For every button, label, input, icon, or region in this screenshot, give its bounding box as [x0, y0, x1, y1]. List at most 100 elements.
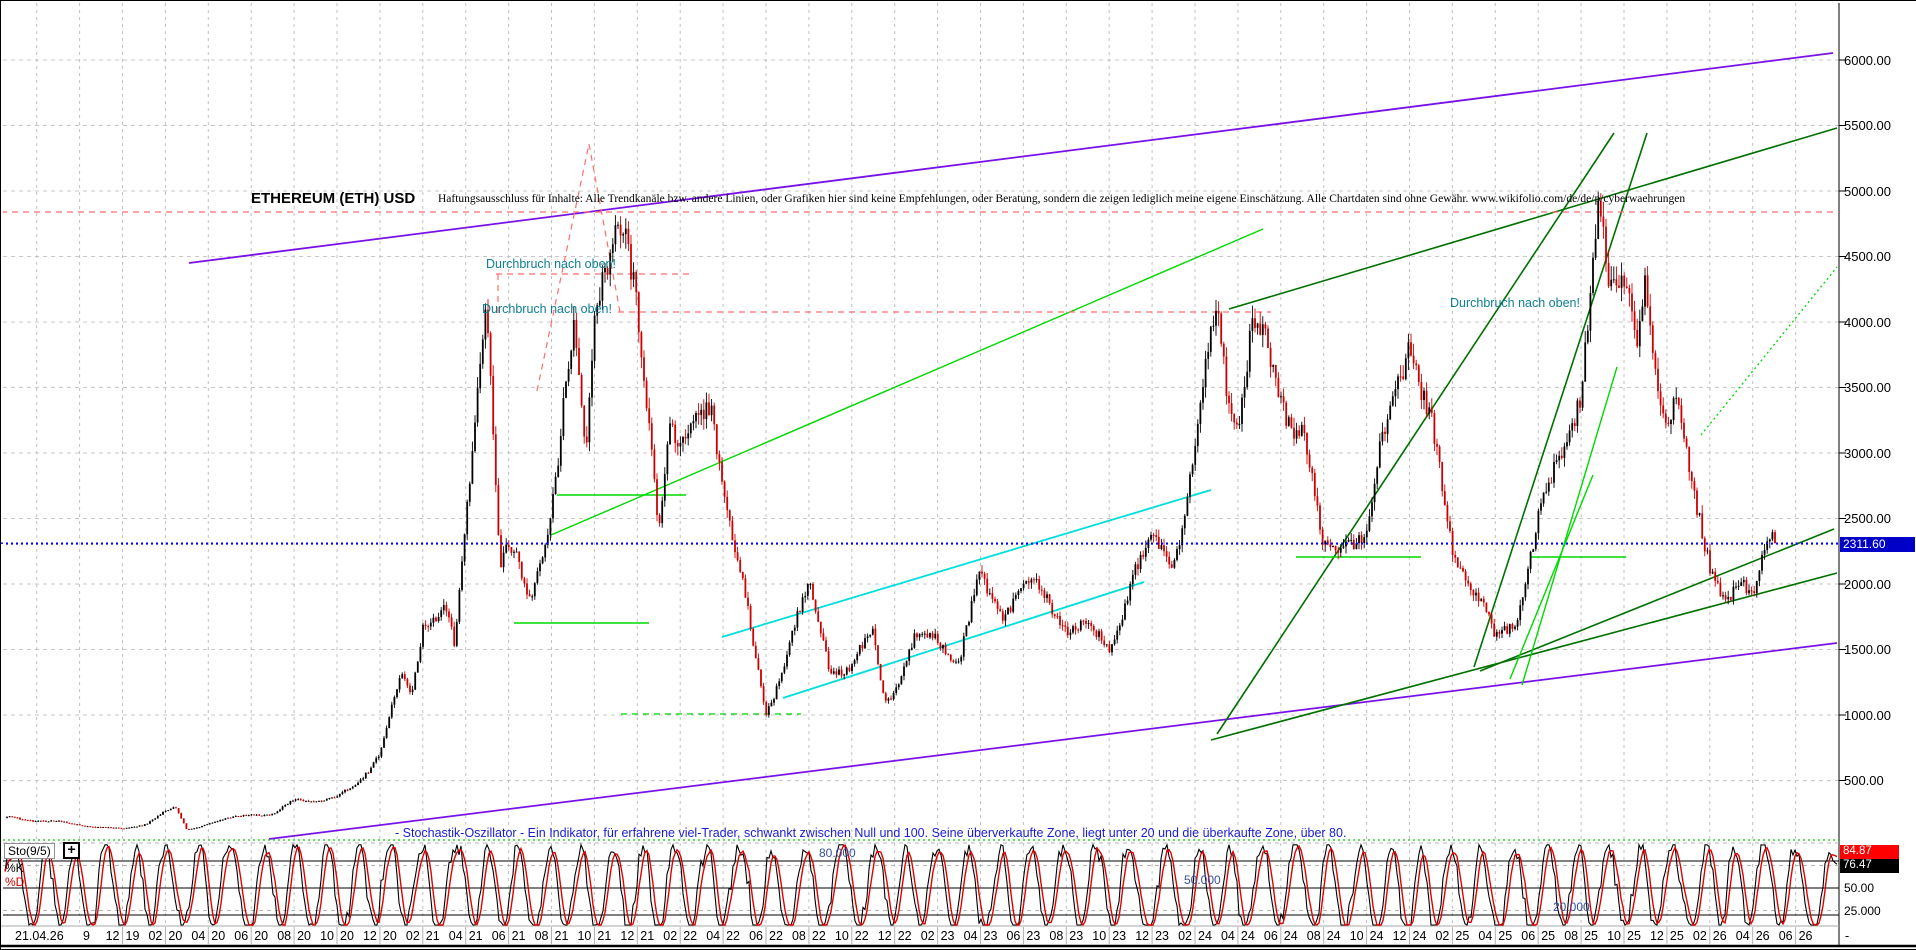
date-axis-label-part: 12: [1650, 929, 1664, 943]
dark_green-trend-line: [1229, 128, 1837, 309]
date-axis-label-part: 24: [1370, 929, 1384, 943]
osc-right-level-label: 25.000: [1844, 904, 1881, 918]
y-axis-label: 1000.00: [1844, 708, 1891, 723]
date-axis-label: 06 26: [1779, 929, 1813, 943]
bright_green-trend-line: [1701, 267, 1837, 435]
y-axis-label: 4000.00: [1844, 315, 1891, 330]
percent-d-label: %D: [5, 875, 24, 889]
date-axis-label-part: 25: [1455, 929, 1469, 943]
breakout-annotation: Durchbruch nach oben!: [482, 302, 612, 316]
date-axis-label: 1225: [1650, 929, 1684, 943]
date-axis-label-part: 10: [835, 929, 849, 943]
date-axis-label: 0224: [1178, 929, 1212, 943]
y-axis-label: 500.00: [1844, 773, 1884, 788]
date-axis-label: 1221: [620, 929, 654, 943]
date-axis-start-label: 21.04.26: [13, 929, 66, 943]
y-axis-label: 6000.00: [1844, 53, 1891, 68]
oscillator-name-badge[interactable]: Sto(9/5): [4, 843, 55, 859]
date-axis-label-part: 24: [1284, 929, 1298, 943]
y-axis-label: 5500.00: [1844, 118, 1891, 133]
date-axis-label-part: 12: [620, 929, 634, 943]
trend-lines: [1, 53, 1839, 840]
date-axis-label: 0220: [148, 929, 182, 943]
date-axis-label: 10 24: [1350, 929, 1384, 943]
date-axis-label-part: 04: [706, 929, 720, 943]
date-axis-label-part: 24: [1241, 929, 1255, 943]
purple-trend-line: [269, 643, 1837, 839]
y-axis-label: 5000.00: [1844, 184, 1891, 199]
date-axis-label-part: 20: [340, 929, 354, 943]
date-axis-label: 0423: [964, 929, 998, 943]
candlesticks: [6, 192, 1776, 830]
date-axis-label-part: 04: [1478, 929, 1492, 943]
date-axis-label: 0420: [191, 929, 225, 943]
date-axis-label-part: 26: [1713, 929, 1727, 943]
date-axis-end-label: -: [1845, 929, 1849, 943]
date-axis-label-part: 08: [792, 929, 806, 943]
date-axis-label-part: 21: [469, 929, 483, 943]
date-axis-label-part: 06: [1264, 929, 1278, 943]
date-axis-label-part: 08: [535, 929, 549, 943]
date-axis-label: 04 21: [449, 929, 483, 943]
chart-window: ETHEREUM (ETH) USD Haftungsausschluss fü…: [0, 0, 1916, 950]
date-axis-label-part: 20: [297, 929, 311, 943]
date-axis-partial-label: 9: [83, 929, 90, 943]
date-axis-label: 0622: [749, 929, 783, 943]
date-axis-label: 0425: [1478, 929, 1512, 943]
date-axis-label: 08 24: [1307, 929, 1341, 943]
price-plot-svg: [1, 1, 1916, 949]
date-axis-label-part: 23: [1026, 929, 1040, 943]
date-axis-label: 02 22: [663, 929, 697, 943]
date-axis-label-part: 02: [1693, 929, 1707, 943]
bright_green-trend-line: [1522, 367, 1617, 685]
up-wicks: [7, 192, 1772, 830]
date-axis-label-part: 21: [597, 929, 611, 943]
date-axis-label-part: 04: [191, 929, 205, 943]
dark_green-trend-line: [1217, 133, 1614, 734]
purple-trend-line: [189, 53, 1833, 263]
date-axis-label-part: 06: [1779, 929, 1793, 943]
date-axis-label-part: 20: [383, 929, 397, 943]
date-axis-label-part: 23: [1069, 929, 1083, 943]
date-axis-label-part: 08: [1049, 929, 1063, 943]
osc-inline-level-label: 50.000: [1184, 873, 1221, 887]
y-axis-label: 3500.00: [1844, 380, 1891, 395]
date-axis-label-part: 21: [512, 929, 526, 943]
date-axis-label: 10 23: [1092, 929, 1126, 943]
date-axis-label-part: 23: [1112, 929, 1126, 943]
date-axis-label-part: 04: [449, 929, 463, 943]
date-axis-label-part: 26: [1799, 929, 1813, 943]
date-axis-label-part: 24: [1327, 929, 1341, 943]
date-axis-label-part: 10: [1350, 929, 1364, 943]
date-axis-label: 1219: [106, 929, 140, 943]
date-axis-label-part: 21: [426, 929, 440, 943]
date-axis-label-part: 22: [812, 929, 826, 943]
date-axis-label: 02 23: [921, 929, 955, 943]
date-axis-label: 0621: [492, 929, 526, 943]
date-axis-label: 0424: [1221, 929, 1255, 943]
add-indicator-button[interactable]: +: [63, 842, 80, 859]
date-axis-label: 1022: [835, 929, 869, 943]
date-axis-label-part: 08: [1307, 929, 1321, 943]
y-axis-label: 2500.00: [1844, 511, 1891, 526]
date-axis-label-part: 02: [663, 929, 677, 943]
date-axis-label-part: 08: [277, 929, 291, 943]
date-axis-label: 1025: [1607, 929, 1641, 943]
candle: [76, 824, 78, 825]
date-axis-label-part: 22: [683, 929, 697, 943]
date-axis-label: 08 22: [792, 929, 826, 943]
date-axis-label-part: 06: [234, 929, 248, 943]
date-axis-label-part: 10: [577, 929, 591, 943]
date-axis-label-part: 23: [941, 929, 955, 943]
date-axis-label: 08 20: [277, 929, 311, 943]
date-axis-label: 0625: [1521, 929, 1555, 943]
date-axis-label-part: 10: [1092, 929, 1106, 943]
y-axis-label: 2000.00: [1844, 577, 1891, 592]
disclaimer-text: Haftungsausschluss für Inhalte: Alle Tre…: [438, 193, 1685, 205]
date-axis-label-part: 02: [148, 929, 162, 943]
date-axis-label: 0426: [1736, 929, 1770, 943]
candle: [40, 821, 42, 822]
date-axis-label: 0422: [706, 929, 740, 943]
date-axis-label-part: 02: [921, 929, 935, 943]
date-axis-label: 08 23: [1049, 929, 1083, 943]
